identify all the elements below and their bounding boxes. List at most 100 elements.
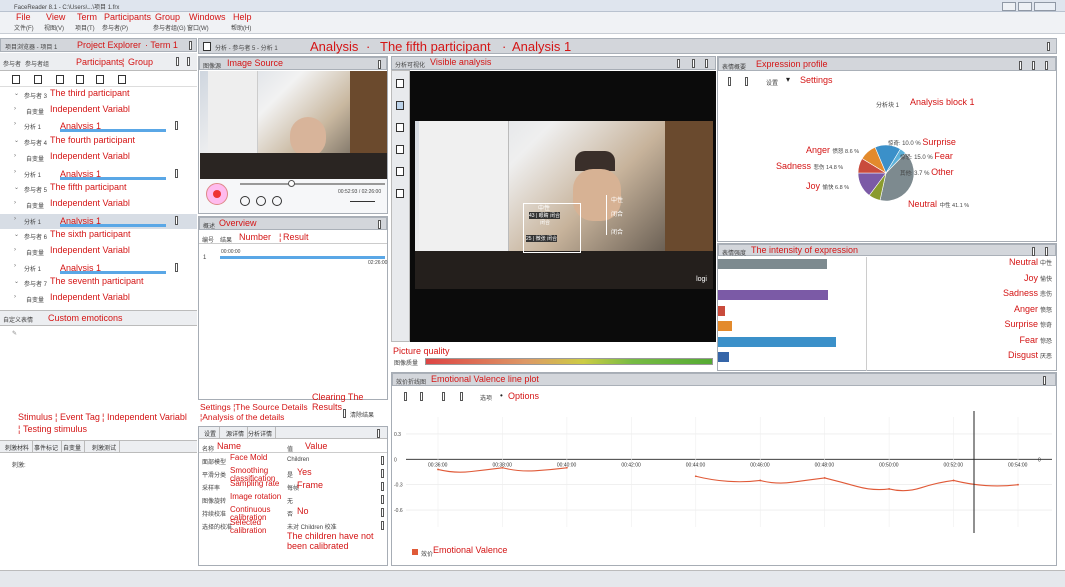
setting-edit-icon[interactable] — [381, 469, 384, 478]
setting-value[interactable]: Children — [287, 457, 309, 463]
tree-row[interactable]: › 自变量 Independent Variabl — [0, 198, 197, 214]
tree-row[interactable]: ⌄ 参与者 4 The fourth participant — [0, 135, 197, 151]
tab-participants[interactable]: 参与者 — [3, 59, 21, 68]
menu-windows-cn[interactable]: 窗口(W) — [187, 23, 209, 32]
clear-icon[interactable] — [343, 409, 346, 418]
tree-row[interactable]: › 分析 1 Analysis 1 — [0, 261, 197, 277]
setting-value[interactable]: 是 — [287, 470, 293, 479]
expand-icon[interactable]: › — [14, 294, 16, 300]
clear-results-button[interactable]: 清除结果 — [350, 410, 374, 419]
settings-menu-cn[interactable]: 设置 — [766, 78, 778, 87]
close-icon[interactable] — [705, 59, 708, 68]
float-icon[interactable] — [692, 59, 695, 68]
expand-icon[interactable]: › — [14, 216, 16, 222]
expand-icon[interactable]: ⌄ — [14, 231, 19, 238]
menu-participants[interactable]: Participants — [104, 12, 151, 22]
volume-slider[interactable] — [350, 201, 375, 202]
prev-icon[interactable] — [176, 57, 179, 66]
dropdown-icon[interactable]: ▾ — [786, 75, 790, 84]
tree-row[interactable]: › 自变量 Independent Variabl — [0, 292, 197, 308]
setting-edit-icon[interactable] — [381, 456, 384, 465]
analysis-pin-icon[interactable] — [175, 215, 178, 225]
tree-row[interactable]: › 分析 1 Analysis 1 — [0, 167, 197, 183]
add-analysis-icon[interactable] — [34, 75, 42, 84]
pin-icon[interactable] — [1047, 42, 1050, 51]
analysis-pin-icon[interactable] — [175, 262, 178, 272]
stimulus-tab[interactable]: 自变量 — [60, 441, 86, 453]
import-icon[interactable] — [56, 75, 64, 84]
pin-icon[interactable] — [1019, 61, 1022, 70]
delete-icon[interactable] — [96, 75, 104, 84]
tab-groups[interactable]: 参与者组 — [25, 59, 49, 68]
pause-button[interactable] — [240, 196, 250, 206]
stop-button[interactable] — [256, 196, 266, 206]
gaze-icon[interactable] — [396, 167, 404, 176]
pin-icon[interactable] — [378, 220, 381, 229]
setting-value[interactable]: 未对 Children 校准 — [287, 522, 337, 531]
tree-row[interactable]: › 自变量 Independent Variabl — [0, 151, 197, 167]
expand-icon[interactable]: ⌄ — [14, 90, 19, 97]
expand-icon[interactable]: › — [14, 247, 16, 253]
close-button[interactable] — [1034, 2, 1056, 11]
tree-row[interactable]: ⌄ 参与者 7 The seventh participant — [0, 276, 197, 292]
close-icon[interactable] — [1043, 376, 1046, 385]
menu-help[interactable]: Help — [233, 12, 252, 22]
add-participant-icon[interactable] — [12, 75, 20, 84]
analysis-pin-icon[interactable] — [175, 168, 178, 178]
settings-menu[interactable]: Settings — [800, 75, 833, 85]
stimulus-tab[interactable]: 刺激测试 — [89, 441, 121, 453]
expand-icon[interactable]: › — [14, 200, 16, 206]
maximize-button[interactable] — [1018, 2, 1032, 11]
menu-group[interactable]: Group — [155, 12, 180, 22]
stats-icon[interactable] — [396, 145, 404, 154]
setting-edit-icon[interactable] — [381, 495, 384, 504]
zoom-in-icon[interactable] — [404, 392, 407, 401]
tree-row[interactable]: ⌄ 参与者 3 The third participant — [0, 88, 197, 104]
pin-icon[interactable] — [677, 59, 680, 68]
menu-term[interactable]: Term — [77, 12, 97, 22]
expand-icon[interactable]: › — [14, 169, 16, 175]
expand-icon[interactable]: ⌄ — [14, 137, 19, 144]
menu-group-cn[interactable]: 参与者组(G) — [153, 23, 186, 32]
tree-row[interactable]: ⌄ 参与者 6 The sixth participant — [0, 229, 197, 245]
expand-icon[interactable]: ⌄ — [14, 184, 19, 191]
menu-term-cn[interactable]: 项目(T) — [75, 23, 95, 32]
close-icon[interactable] — [1045, 61, 1048, 70]
tree-row[interactable]: › 自变量 Independent Variabl — [0, 104, 197, 120]
close-icon[interactable] — [1045, 247, 1048, 256]
float-icon[interactable] — [1032, 61, 1035, 70]
tree-row[interactable]: ⌄ 参与者 5 The fifth participant — [0, 182, 197, 198]
tree-row[interactable]: › 自变量 Independent Variabl — [0, 245, 197, 261]
setting-value[interactable]: 否 — [287, 509, 293, 518]
setting-edit-icon[interactable] — [381, 508, 384, 517]
next-icon[interactable] — [187, 57, 190, 66]
settings-tab[interactable]: 分析详情 — [245, 427, 277, 439]
pin-icon[interactable] — [189, 41, 192, 50]
float-icon[interactable] — [1032, 247, 1035, 256]
export-icon[interactable] — [745, 77, 748, 86]
pin-icon[interactable] — [377, 429, 380, 438]
expand-icon[interactable]: › — [14, 263, 16, 269]
menu-view[interactable]: View — [46, 12, 65, 22]
box-icon[interactable] — [396, 123, 404, 132]
expand-icon[interactable]: ⌄ — [14, 278, 19, 285]
menu-windows[interactable]: Windows — [189, 12, 226, 22]
expand-icon[interactable]: › — [14, 153, 16, 159]
setting-value[interactable]: 无 — [287, 496, 293, 505]
stimulus-tab[interactable]: 刺激材料 — [2, 441, 34, 453]
expand-icon[interactable]: › — [14, 121, 16, 127]
minimize-button[interactable] — [1002, 2, 1016, 11]
face-mesh-icon[interactable] — [396, 101, 404, 110]
setting-edit-icon[interactable] — [381, 482, 384, 491]
search-icon[interactable] — [118, 75, 126, 84]
menu-participants-cn[interactable]: 参与者(P) — [102, 23, 128, 32]
export-icon[interactable] — [76, 75, 84, 84]
setting-edit-icon[interactable] — [381, 521, 384, 530]
zoom-out-icon[interactable] — [420, 392, 423, 401]
tree-row[interactable]: › 分析 1 Analysis 1 — [0, 119, 197, 135]
settings-tab[interactable]: 设置 — [201, 427, 221, 439]
menu-file-cn[interactable]: 文件(F) — [14, 23, 34, 32]
menu-view-cn[interactable]: 视图(V) — [44, 23, 64, 32]
seek-handle[interactable] — [288, 180, 295, 187]
pin-icon[interactable] — [378, 60, 381, 69]
